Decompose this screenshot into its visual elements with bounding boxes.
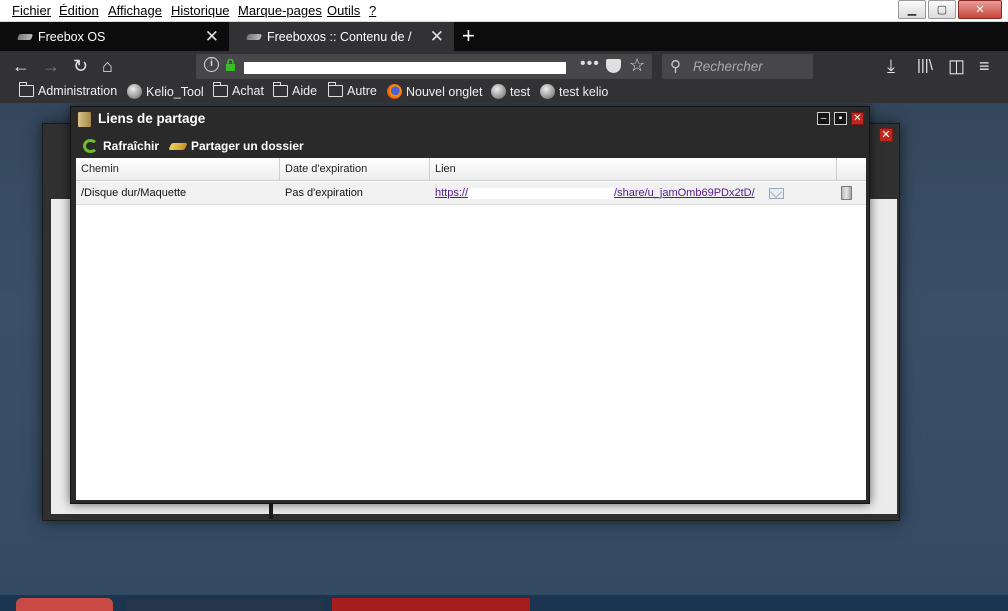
menu-hamburger-icon[interactable]: ≡ xyxy=(979,55,990,77)
bookmark-label: Aide xyxy=(292,84,318,98)
refresh-button[interactable]: Rafraîchir xyxy=(83,139,159,153)
close-tab-icon[interactable]: ✕ xyxy=(205,27,219,47)
column-header-path[interactable]: Chemin xyxy=(76,158,280,181)
search-placeholder: Rechercher xyxy=(693,59,763,74)
close-window-button[interactable]: ✕ xyxy=(958,0,1002,19)
trash-icon[interactable] xyxy=(841,186,852,200)
window-controls: ▁ ▢ ✕ xyxy=(898,0,1002,19)
bookmark-label: Autre xyxy=(347,84,377,98)
tab-freebox-os[interactable]: Freebox OS ✕ xyxy=(0,22,229,51)
share-links-table: Chemin Date d'expiration Lien /Disque du… xyxy=(76,158,866,500)
dialog-title: Liens de partage xyxy=(98,111,206,126)
site-info-icon[interactable]: i xyxy=(204,57,219,72)
pocket-icon[interactable] xyxy=(606,59,621,73)
page-content: ✕ Liens de partage – ▪ ✕ Rafraîchir Part… xyxy=(0,103,1008,611)
bookmark-nouvel-onglet[interactable]: Nouvel onglet xyxy=(387,84,482,99)
menu-bar: Fichier Édition Affichage Historique Mar… xyxy=(0,0,1008,22)
maximize-window-button[interactable]: ▢ xyxy=(928,0,956,19)
bookmark-kelio-tool[interactable]: Kelio_Tool xyxy=(127,84,204,99)
taskbar xyxy=(0,595,1008,611)
globe-icon xyxy=(127,84,142,99)
cell-link[interactable]: https:// /share/u_jamOmb69PDx2tD/ xyxy=(430,182,755,205)
table-header: Chemin Date d'expiration Lien xyxy=(76,158,866,181)
dialog-minimize-icon[interactable]: – xyxy=(817,112,830,125)
bookmark-label: test kelio xyxy=(559,84,609,99)
new-tab-icon[interactable]: + xyxy=(462,23,475,49)
share-folder-label: Partager un dossier xyxy=(191,139,304,153)
link-redacted xyxy=(468,187,615,199)
dialog-maximize-icon[interactable]: ▪ xyxy=(834,112,847,125)
share-links-dialog: Liens de partage – ▪ ✕ Rafraîchir Partag… xyxy=(70,106,870,504)
tab-title: Freeboxos :: Contenu de / xyxy=(267,29,412,44)
globe-icon xyxy=(491,84,506,99)
bookmarks-bar: Administration Kelio_Tool Achat Aide Aut… xyxy=(0,82,1008,103)
taskbar-start-button[interactable] xyxy=(16,598,113,611)
home-icon[interactable]: ⌂ xyxy=(102,55,113,77)
bookmark-test-kelio[interactable]: test kelio xyxy=(540,84,608,99)
search-input[interactable]: ⚲ Rechercher xyxy=(662,54,813,79)
share-link-start[interactable]: https:// xyxy=(435,187,468,199)
share-dialog-icon xyxy=(78,112,91,127)
menu-aide[interactable]: ? xyxy=(369,3,376,18)
background-window-close-icon[interactable]: ✕ xyxy=(879,128,893,142)
bookmark-administration[interactable]: Administration xyxy=(18,82,118,98)
page-actions-icon[interactable]: ••• xyxy=(580,55,600,73)
taskbar-item[interactable] xyxy=(126,598,324,611)
cell-expiry: Pas d'expiration xyxy=(285,187,363,199)
taskbar-item[interactable] xyxy=(332,598,530,611)
freebox-favicon-icon xyxy=(16,33,34,40)
refresh-icon xyxy=(83,139,98,153)
library-icon[interactable]: |||\ xyxy=(917,55,933,77)
cell-path: /Disque dur/Maquette xyxy=(81,187,187,199)
firefox-icon xyxy=(387,84,402,99)
menu-fichier[interactable]: Fichier xyxy=(12,3,51,18)
url-bar[interactable]: i ••• ☆ xyxy=(196,54,652,79)
folder-icon xyxy=(18,82,34,97)
url-text[interactable] xyxy=(244,62,566,74)
bookmark-label: Kelio_Tool xyxy=(146,84,204,99)
reload-icon[interactable]: ↻ xyxy=(73,55,88,77)
downloads-icon[interactable]: ⤓ xyxy=(887,55,895,77)
tab-bar: Freebox OS ✕ Freeboxos :: Contenu de / ✕… xyxy=(0,22,1008,51)
share-folder-button[interactable]: Partager un dossier xyxy=(168,139,304,153)
column-header-expiry[interactable]: Date d'expiration xyxy=(280,158,430,181)
navigation-bar: ← → ↻ ⌂ i ••• ☆ ⚲ Rechercher ⤓ |||\ ◫ ≡ xyxy=(0,51,1008,82)
share-link-end[interactable]: /share/u_jamOmb69PDx2tD/ xyxy=(614,187,755,199)
folder-icon xyxy=(272,82,288,97)
close-tab-icon[interactable]: ✕ xyxy=(430,27,444,47)
bookmark-achat[interactable]: Achat xyxy=(212,82,264,98)
menu-affichage[interactable]: Affichage xyxy=(108,3,162,18)
freebox-favicon-icon xyxy=(245,33,263,40)
bookmark-label: Achat xyxy=(232,84,264,98)
folder-icon xyxy=(212,82,228,97)
sidebar-icon[interactable]: ◫ xyxy=(948,55,965,77)
bookmark-aide[interactable]: Aide xyxy=(272,82,318,98)
mail-icon[interactable] xyxy=(769,188,784,199)
menu-marque-pages[interactable]: Marque-pages xyxy=(238,3,322,18)
refresh-label: Rafraîchir xyxy=(103,139,160,153)
bookmark-star-icon[interactable]: ☆ xyxy=(629,55,645,76)
tab-freeboxos-contenu[interactable]: Freeboxos :: Contenu de / ✕ xyxy=(229,22,454,51)
bookmark-test[interactable]: test xyxy=(491,84,530,99)
bookmark-label: Nouvel onglet xyxy=(406,84,483,99)
column-header-link[interactable]: Lien xyxy=(430,158,837,181)
lock-icon xyxy=(226,59,235,71)
bookmark-label: test xyxy=(510,84,531,99)
menu-outils[interactable]: Outils xyxy=(327,3,360,18)
globe-icon xyxy=(540,84,555,99)
search-icon: ⚲ xyxy=(670,58,681,75)
share-folder-icon xyxy=(168,142,188,150)
column-header-actions xyxy=(837,158,866,181)
bookmark-label: Administration xyxy=(38,84,118,98)
menu-historique[interactable]: Historique xyxy=(171,3,230,18)
bookmark-autre[interactable]: Autre xyxy=(327,82,377,98)
table-row[interactable]: /Disque dur/Maquette Pas d'expiration ht… xyxy=(76,182,866,205)
folder-icon xyxy=(327,82,343,97)
tab-title: Freebox OS xyxy=(38,29,106,44)
back-icon[interactable]: ← xyxy=(12,55,30,77)
dialog-close-icon[interactable]: ✕ xyxy=(851,112,864,125)
forward-icon[interactable]: → xyxy=(42,55,60,77)
menu-edition[interactable]: Édition xyxy=(59,3,99,18)
minimize-window-button[interactable]: ▁ xyxy=(898,0,926,19)
